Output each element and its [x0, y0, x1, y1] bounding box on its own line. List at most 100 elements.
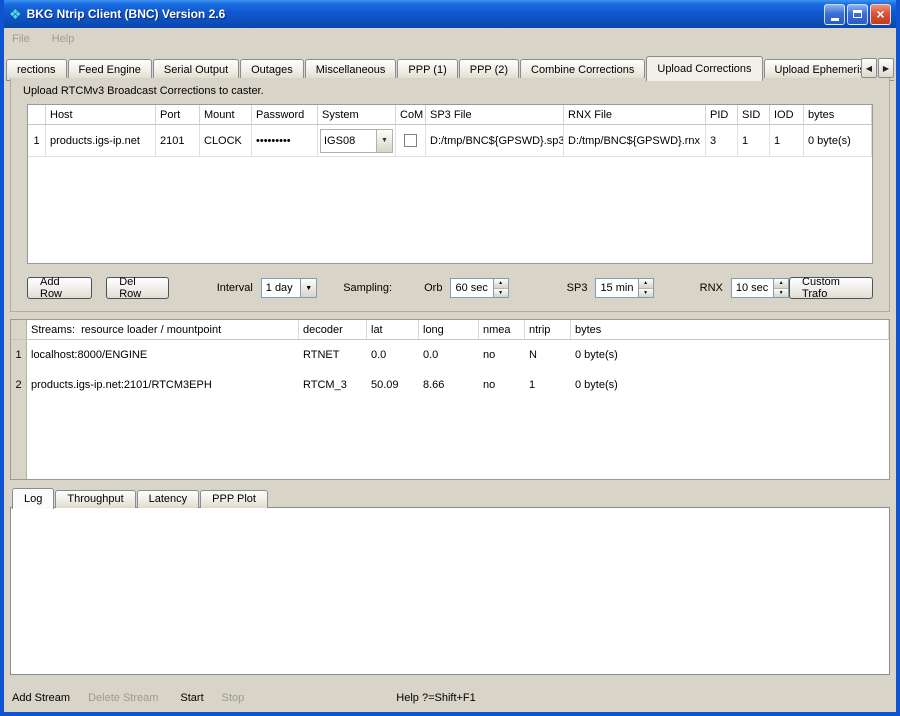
- close-icon: ×: [876, 7, 884, 21]
- col-pid: PID: [706, 105, 738, 124]
- menubar: File Help: [4, 28, 896, 50]
- panel-description: Upload RTCMv3 Broadcast Corrections to c…: [23, 85, 264, 97]
- spinner-down-icon[interactable]: ▼: [494, 289, 508, 298]
- tab-ppp-2[interactable]: PPP (2): [459, 59, 519, 80]
- minimize-icon: [831, 18, 839, 21]
- spinner-down-icon[interactable]: ▼: [639, 289, 653, 298]
- upload-table-empty-area[interactable]: [28, 157, 872, 263]
- spinner-up-icon[interactable]: ▲: [639, 279, 653, 289]
- minimize-button[interactable]: [824, 4, 845, 25]
- col-port: Port: [156, 105, 200, 124]
- sp3-spinner[interactable]: 15 min ▲ ▼: [595, 278, 653, 298]
- tab-upload-corrections[interactable]: Upload Corrections: [646, 56, 762, 81]
- rnx-file-cell[interactable]: D:/tmp/BNC${GPSWD}.rnx: [564, 125, 706, 157]
- lat-cell[interactable]: 0.0: [367, 340, 419, 370]
- sp3-file-cell[interactable]: D:/tmp/BNC${GPSWD}.sp3: [426, 125, 564, 157]
- menu-help[interactable]: Help: [52, 33, 75, 45]
- col-bytes: bytes: [571, 320, 889, 339]
- tab-scroll-left-button[interactable]: ◀: [861, 58, 877, 78]
- col-nmea: nmea: [479, 320, 525, 339]
- rnx-spinner[interactable]: 10 sec ▲ ▼: [731, 278, 789, 298]
- tab-throughput[interactable]: Throughput: [55, 490, 135, 508]
- pid-cell[interactable]: 3: [706, 125, 738, 157]
- spinner-arrows: ▲ ▼: [773, 279, 788, 297]
- orb-value: 60 sec: [451, 282, 492, 294]
- interval-combobox[interactable]: 1 day ▼: [261, 278, 317, 298]
- col-sid: SID: [738, 105, 770, 124]
- add-stream-action[interactable]: Add Stream: [12, 692, 70, 704]
- del-row-button[interactable]: Del Row: [106, 277, 169, 299]
- tab-feed-engine[interactable]: Feed Engine: [68, 59, 152, 80]
- password-cell[interactable]: •••••••••: [252, 125, 318, 157]
- iod-cell[interactable]: 1: [770, 125, 804, 157]
- bytes-cell: 0 byte(s): [804, 125, 872, 157]
- help-hint: Help ?=Shift+F1: [396, 692, 476, 704]
- spinner-arrows: ▲ ▼: [638, 279, 653, 297]
- mountpoint-cell[interactable]: localhost:8000/ENGINE: [27, 340, 299, 370]
- mount-cell[interactable]: CLOCK: [200, 125, 252, 157]
- long-cell[interactable]: 0.0: [419, 340, 479, 370]
- upload-table-header: Host Port Mount Password System CoM SP3 …: [28, 105, 872, 125]
- col-mount: Mount: [200, 105, 252, 124]
- tab-corrections[interactable]: rections: [6, 59, 67, 80]
- orb-spinner[interactable]: 60 sec ▲ ▼: [450, 278, 508, 298]
- sampling-label: Sampling:: [343, 282, 392, 294]
- bytes-cell: 0 byte(s): [571, 340, 889, 370]
- tab-combine-corrections[interactable]: Combine Corrections: [520, 59, 645, 80]
- col-long: long: [419, 320, 479, 339]
- close-button[interactable]: ×: [870, 4, 891, 25]
- streams-table-empty-area: [11, 400, 889, 479]
- add-row-button[interactable]: Add Row: [27, 277, 92, 299]
- window-title: BKG Ntrip Client (BNC) Version 2.6: [27, 7, 824, 21]
- tab-ppp-plot[interactable]: PPP Plot: [200, 490, 268, 508]
- streams-table-header: Streams: resource loader / mountpoint de…: [11, 320, 889, 340]
- tab-serial-output[interactable]: Serial Output: [153, 59, 239, 80]
- spinner-up-icon[interactable]: ▲: [774, 279, 788, 289]
- log-output-area[interactable]: [10, 507, 890, 675]
- ntrip-cell[interactable]: 1: [525, 370, 571, 400]
- streams-empty-space[interactable]: [27, 400, 889, 479]
- maximize-icon: [853, 10, 862, 18]
- maximize-button[interactable]: [847, 4, 868, 25]
- mountpoint-cell[interactable]: products.igs-ip.net:2101/RTCM3EPH: [27, 370, 299, 400]
- nmea-cell[interactable]: no: [479, 340, 525, 370]
- upload-corrections-panel: Upload RTCMv3 Broadcast Corrections to c…: [10, 78, 890, 312]
- system-combobox[interactable]: IGS08 ▼: [320, 129, 393, 153]
- tab-latency[interactable]: Latency: [137, 490, 200, 508]
- spinner-arrows: ▲ ▼: [493, 279, 508, 297]
- tab-log[interactable]: Log: [12, 488, 54, 509]
- spinner-down-icon[interactable]: ▼: [774, 289, 788, 298]
- tab-ppp-1[interactable]: PPP (1): [397, 59, 457, 80]
- orb-label: Orb: [424, 282, 442, 294]
- tab-outages[interactable]: Outages: [240, 59, 304, 80]
- upload-table: Host Port Mount Password System CoM SP3 …: [27, 104, 873, 264]
- stream-row[interactable]: 1 localhost:8000/ENGINE RTNET 0.0 0.0 no…: [11, 340, 889, 370]
- start-action[interactable]: Start: [180, 692, 203, 704]
- stop-action: Stop: [222, 692, 245, 704]
- decoder-cell[interactable]: RTCM_3: [299, 370, 367, 400]
- col-host: Host: [46, 105, 156, 124]
- menu-file[interactable]: File: [12, 33, 30, 45]
- port-cell[interactable]: 2101: [156, 125, 200, 157]
- spinner-up-icon[interactable]: ▲: [494, 279, 508, 289]
- col-mountpoint: Streams: resource loader / mountpoint: [27, 320, 299, 339]
- lat-cell[interactable]: 50.09: [367, 370, 419, 400]
- interval-label: Interval: [217, 282, 253, 294]
- system-cell: IGS08 ▼: [318, 125, 396, 157]
- sid-cell[interactable]: 1: [738, 125, 770, 157]
- long-cell[interactable]: 8.66: [419, 370, 479, 400]
- corner-header-cell: [11, 320, 27, 339]
- decoder-cell[interactable]: RTNET: [299, 340, 367, 370]
- row-header-strip: [11, 400, 27, 479]
- host-cell[interactable]: products.igs-ip.net: [46, 125, 156, 157]
- tab-scroll-right-button[interactable]: ▶: [878, 58, 894, 78]
- custom-trafo-button[interactable]: Custom Trafo: [789, 277, 873, 299]
- statusbar: Add Stream Delete Stream Start Stop Help…: [4, 686, 896, 710]
- stream-row[interactable]: 2 products.igs-ip.net:2101/RTCM3EPH RTCM…: [11, 370, 889, 400]
- com-checkbox[interactable]: [404, 134, 417, 147]
- tab-miscellaneous[interactable]: Miscellaneous: [305, 59, 397, 80]
- col-lat: lat: [367, 320, 419, 339]
- nmea-cell[interactable]: no: [479, 370, 525, 400]
- tab-upload-ephemeris[interactable]: Upload Ephemeris: [764, 59, 877, 80]
- ntrip-cell[interactable]: N: [525, 340, 571, 370]
